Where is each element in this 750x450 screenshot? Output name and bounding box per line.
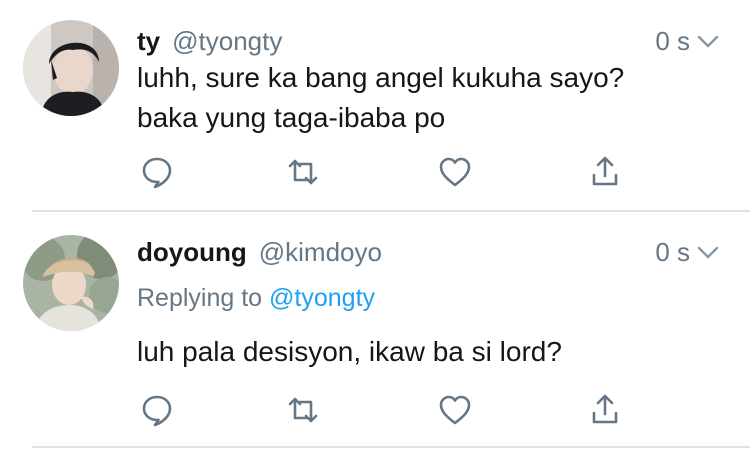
- retweet-icon[interactable]: [283, 152, 323, 192]
- chevron-down-icon[interactable]: [696, 240, 720, 264]
- reply-icon[interactable]: [137, 152, 177, 192]
- tweet-text-line: luhh, sure ka bang angel kukuha sayo?: [137, 62, 625, 93]
- chevron-down-icon[interactable]: [696, 29, 720, 53]
- heart-icon[interactable]: [435, 152, 475, 192]
- user-handle[interactable]: @kimdoyo: [259, 237, 382, 268]
- avatar[interactable]: [23, 235, 119, 331]
- tweet[interactable]: doyoung @kimdoyo 0 s Replying to @tyongt…: [0, 212, 750, 448]
- retweet-icon[interactable]: [283, 390, 323, 430]
- divider: [32, 446, 750, 448]
- tweet[interactable]: ty @tyongty 0 s luhh, sure ka bang angel…: [0, 0, 750, 212]
- tweet-header: doyoung @kimdoyo 0 s: [137, 235, 720, 269]
- timestamp-group: 0 s: [655, 237, 720, 268]
- user-handle[interactable]: @tyongty: [172, 26, 282, 57]
- heart-icon[interactable]: [435, 390, 475, 430]
- tweet-text-line: luh pala desisyon, ikaw ba si lord?: [137, 336, 562, 367]
- share-icon[interactable]: [585, 152, 625, 192]
- timestamp-group: 0 s: [655, 26, 720, 57]
- display-name[interactable]: doyoung: [137, 237, 247, 268]
- action-bar: [137, 390, 637, 430]
- reply-icon[interactable]: [137, 390, 177, 430]
- avatar-image: [23, 20, 119, 116]
- display-name[interactable]: ty: [137, 26, 160, 57]
- avatar-image: [23, 235, 119, 331]
- tweet-text: luh pala desisyon, ikaw ba si lord?: [137, 332, 720, 372]
- replying-to: Replying to @tyongty: [137, 284, 375, 313]
- mention-link[interactable]: @tyongty: [269, 284, 375, 312]
- action-bar: [137, 152, 637, 192]
- timestamp: 0 s: [655, 236, 690, 267]
- tweet-text-line: baka yung taga-ibaba po: [137, 102, 446, 133]
- timestamp: 0 s: [655, 25, 690, 56]
- share-icon[interactable]: [585, 390, 625, 430]
- tweet-header: ty @tyongty 0 s: [137, 24, 720, 58]
- tweet-text: luhh, sure ka bang angel kukuha sayo? ba…: [137, 58, 720, 138]
- avatar[interactable]: [23, 20, 119, 116]
- replying-to-label: Replying to: [137, 284, 270, 312]
